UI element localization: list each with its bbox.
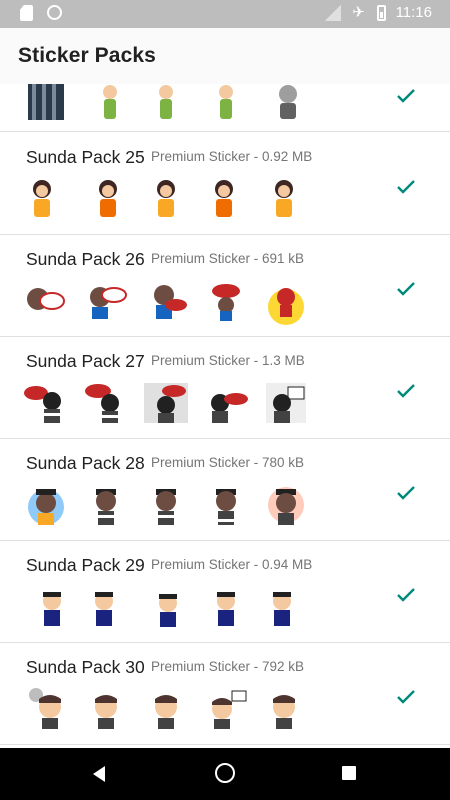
sticker-pack-list[interactable]: Sunda Pack 25 Premium Sticker - 0.92 MB …: [0, 84, 450, 748]
check-icon[interactable]: [394, 481, 418, 505]
sticker-thumbnail: [202, 277, 250, 325]
pack-name: Sunda Pack 30: [26, 657, 145, 677]
sticker-thumbnail: [142, 481, 190, 529]
sticker-thumbnail: [262, 481, 310, 529]
pack-meta: Premium Sticker - 691 kB: [151, 251, 305, 266]
recents-icon[interactable]: [342, 766, 356, 780]
sticker-thumbnail: [262, 379, 310, 427]
status-time: 11:16: [395, 4, 432, 21]
back-icon[interactable]: [93, 766, 105, 782]
sticker-thumbnail: [202, 379, 250, 427]
sticker-thumbnail: [82, 277, 130, 325]
airplane-icon: ✈: [352, 3, 365, 21]
partial-sticker-row[interactable]: [0, 84, 450, 132]
pack-meta: Premium Sticker - 780 kB: [151, 455, 305, 470]
sticker-pack-row[interactable]: Sunda Pack 26 Premium Sticker - 691 kB: [0, 235, 450, 337]
sticker-thumbnail: [22, 175, 70, 223]
sticker-thumbnail: [22, 277, 70, 325]
check-icon[interactable]: [394, 175, 418, 199]
home-icon[interactable]: [215, 763, 235, 783]
pack-meta: Premium Sticker - 0.92 MB: [151, 149, 313, 164]
sticker-thumbnail: [262, 685, 310, 733]
sticker-thumbnail: [202, 84, 250, 126]
sticker-thumbnail: [202, 685, 250, 733]
sticker-pack-row[interactable]: Sunda Pack 30 Premium Sticker - 792 kB: [0, 643, 450, 745]
no-signal-icon: [324, 4, 341, 21]
sticker-thumbnail: [82, 84, 130, 126]
battery-charging-icon: [376, 4, 386, 21]
sticker-pack-row[interactable]: Sunda Pack 28 Premium Sticker - 780 kB: [0, 439, 450, 541]
status-bar: ✈ 11:16: [0, 0, 450, 28]
sticker-thumbnail: [202, 481, 250, 529]
sticker-thumbnail: [142, 84, 190, 126]
page-title: Sticker Packs: [18, 44, 156, 67]
sticker-thumbnail: [22, 583, 70, 631]
pack-meta: Premium Sticker - 1.3 MB: [151, 353, 305, 368]
sticker-thumbnail: [82, 481, 130, 529]
sticker-thumbnail: [82, 379, 130, 427]
sticker-pack-row[interactable]: Sunda Pack 25 Premium Sticker - 0.92 MB: [0, 133, 450, 235]
sticker-preview-strip: [22, 481, 310, 529]
navigation-bar: [0, 748, 450, 800]
sticker-preview-strip: [22, 379, 310, 427]
sticker-preview-strip: [22, 175, 310, 223]
pack-name: Sunda Pack 28: [26, 453, 145, 473]
sticker-thumbnail: [262, 175, 310, 223]
sd-card-icon: [20, 5, 33, 21]
sticker-thumbnail: [22, 379, 70, 427]
sticker-thumbnail: [22, 481, 70, 529]
sticker-thumbnail: [262, 84, 310, 126]
check-icon[interactable]: [394, 583, 418, 607]
pack-name: Sunda Pack 27: [26, 351, 145, 371]
sticker-preview-strip: [22, 277, 310, 325]
sticker-thumbnail: [142, 175, 190, 223]
check-icon[interactable]: [394, 379, 418, 403]
pack-meta: Premium Sticker - 0.94 MB: [151, 557, 313, 572]
sticker-thumbnail: [202, 175, 250, 223]
sticker-thumbnail: [262, 277, 310, 325]
pack-name: Sunda Pack 26: [26, 249, 145, 269]
sticker-preview-strip: [22, 84, 310, 126]
pack-name: Sunda Pack 29: [26, 555, 145, 575]
sticker-preview-strip: [22, 583, 310, 631]
sticker-thumbnail: [22, 685, 70, 733]
sticker-thumbnail: [142, 583, 190, 631]
sticker-pack-row[interactable]: Sunda Pack 27 Premium Sticker - 1.3 MB: [0, 337, 450, 439]
check-icon[interactable]: [394, 685, 418, 709]
sticker-thumbnail: [142, 685, 190, 733]
sticker-thumbnail: [202, 583, 250, 631]
circle-icon: [47, 5, 62, 20]
sticker-thumbnail: [142, 277, 190, 325]
pack-meta: Premium Sticker - 792 kB: [151, 659, 305, 674]
check-icon[interactable]: [394, 84, 418, 108]
pack-name: Sunda Pack 25: [26, 147, 145, 167]
sticker-thumbnail: [82, 583, 130, 631]
sticker-thumbnail: [82, 685, 130, 733]
check-icon[interactable]: [394, 277, 418, 301]
sticker-thumbnail: [262, 583, 310, 631]
app-bar: Sticker Packs: [0, 28, 450, 84]
sticker-preview-strip: [22, 685, 310, 733]
sticker-thumbnail: [22, 84, 70, 126]
sticker-thumbnail: [142, 379, 190, 427]
sticker-thumbnail: [82, 175, 130, 223]
sticker-pack-row[interactable]: Sunda Pack 29 Premium Sticker - 0.94 MB: [0, 541, 450, 643]
